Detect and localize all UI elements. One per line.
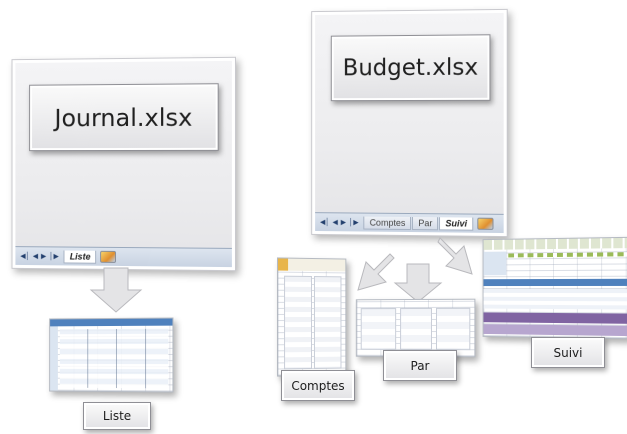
suivi-sheet-thumbnail xyxy=(482,236,627,340)
down-arrow-icon xyxy=(88,266,144,314)
par-sheet-thumbnail xyxy=(355,298,476,358)
comptes-sheet-thumbnail xyxy=(276,257,347,377)
insert-sheet-icon[interactable] xyxy=(100,250,117,263)
tab-liste[interactable]: Liste xyxy=(63,249,97,264)
insert-sheet-icon[interactable] xyxy=(477,217,494,230)
budget-sheet-tabbar: ◀│ ◀ ▶ │▶ Comptes Par Suivi xyxy=(315,212,504,234)
journal-workbook: Journal.xlsx ◀│ ◀ ▶ │▶ Liste xyxy=(11,56,236,272)
down-arrow-icon xyxy=(354,250,398,294)
budget-file-title: Budget.xlsx xyxy=(330,34,491,102)
sheet-nav-arrows-icon[interactable]: ◀│ ◀ ▶ │▶ xyxy=(315,218,364,226)
sheet-nav-arrows-icon[interactable]: ◀│ ◀ ▶ │▶ xyxy=(15,252,63,260)
journal-file-title: Journal.xlsx xyxy=(29,83,219,152)
caption-par: Par xyxy=(383,350,457,381)
journal-sheet-tabbar: ◀│ ◀ ▶ │▶ Liste xyxy=(15,246,232,268)
budget-workbook: Budget.xlsx ◀│ ◀ ▶ │▶ Comptes Par Suivi xyxy=(311,8,508,238)
liste-sheet-thumbnail xyxy=(49,317,174,393)
caption-comptes: Comptes xyxy=(281,370,355,401)
down-arrow-icon xyxy=(434,234,476,278)
tab-suivi[interactable]: Suivi xyxy=(439,216,474,231)
tab-par[interactable]: Par xyxy=(412,216,439,230)
caption-suivi: Suivi xyxy=(531,337,605,368)
caption-liste: Liste xyxy=(83,402,151,430)
tab-comptes[interactable]: Comptes xyxy=(363,216,412,230)
